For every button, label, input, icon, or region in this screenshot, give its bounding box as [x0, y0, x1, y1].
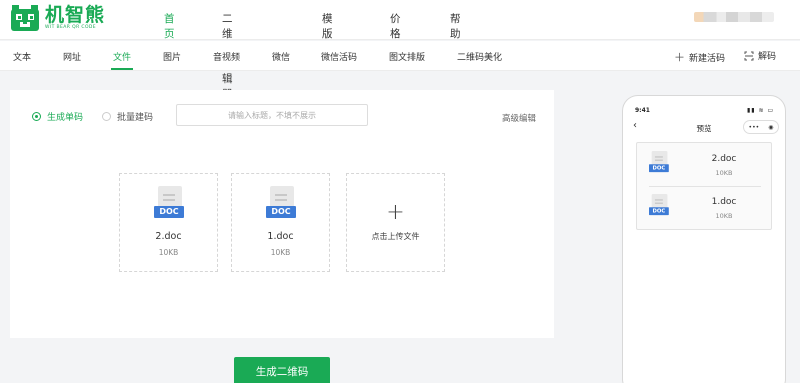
tab-wechat-dynamic[interactable]: 微信活码	[321, 50, 357, 63]
list-item[interactable]: DOC 1.doc 10KB	[637, 188, 771, 228]
file-name: 2.doc	[711, 154, 737, 164]
file-size: 10KB	[158, 248, 179, 257]
tab-image[interactable]: 图片	[163, 50, 181, 63]
file-name: 2.doc	[155, 231, 182, 242]
plus-icon: +	[386, 200, 405, 225]
brand-tagline: WIT BEAR QR CODE	[45, 25, 97, 30]
brand-name: 机智熊	[45, 4, 106, 26]
file-size: 10KB	[270, 248, 291, 257]
mode-single-label: 生成单码	[47, 113, 84, 123]
file-card[interactable]: DOC 2.doc 10KB	[119, 173, 218, 272]
top-navigation-bar: 机智熊 WIT BEAR QR CODE 首页 二维码编辑器 模版库 价格 帮助	[0, 0, 800, 100]
content-type-tabs: 文本 网址 文件 图片 音视频 微信 微信活码 图文排版 二维码美化 ＋ 新建活…	[0, 41, 800, 71]
mode-single-radio[interactable]: 生成单码	[32, 110, 83, 123]
file-type-badge: DOC	[266, 206, 296, 218]
file-size: 10KB	[715, 212, 733, 220]
file-name: 1.doc	[711, 197, 737, 207]
phone-preview: 9:41 ▮▮ ≋ ▭ ‹ 预览 ••• ◉ DOC 2.doc 10KB DO…	[622, 95, 786, 383]
upload-file-button[interactable]: + 点击上传文件	[346, 173, 445, 272]
plus-icon: ＋	[674, 51, 685, 64]
user-account-blurred[interactable]	[694, 12, 774, 22]
file-type-badge: DOC	[649, 164, 669, 173]
file-type-badge: DOC	[154, 206, 184, 218]
file-card[interactable]: DOC 1.doc 10KB	[231, 173, 330, 272]
close-icon[interactable]: ◉	[768, 124, 773, 131]
radio-selected-icon	[32, 112, 41, 121]
file-size: 10KB	[715, 169, 733, 177]
new-dynamic-code-button[interactable]: ＋ 新建活码	[674, 49, 725, 65]
tab-text[interactable]: 文本	[13, 50, 31, 63]
active-tab-indicator	[111, 68, 133, 70]
mode-batch-radio[interactable]: 批量建码	[102, 110, 153, 123]
scan-icon	[744, 51, 754, 60]
decode-button[interactable]: 解码	[744, 49, 776, 62]
file-type-badge: DOC	[649, 207, 669, 216]
list-item[interactable]: DOC 2.doc 10KB	[637, 145, 771, 185]
tab-file[interactable]: 文件	[113, 50, 131, 63]
advanced-edit-link[interactable]: 高级编辑	[502, 112, 536, 124]
mini-program-capsule[interactable]: ••• ◉	[743, 120, 779, 134]
decode-label: 解码	[758, 52, 777, 62]
tab-qr-beautify[interactable]: 二维码美化	[457, 50, 502, 63]
tab-audio-video[interactable]: 音视频	[213, 50, 240, 63]
doc-file-icon: DOC	[649, 151, 669, 176]
nav-item-home[interactable]: 首页	[164, 11, 175, 41]
doc-file-icon: DOC	[649, 194, 669, 219]
generate-qr-button[interactable]: 生成二维码	[234, 357, 330, 383]
upload-label: 点击上传文件	[371, 232, 420, 241]
tab-wechat[interactable]: 微信	[272, 50, 290, 63]
signal-wifi-battery-icon: ▮▮ ≋ ▭	[747, 107, 775, 114]
radio-unselected-icon	[102, 112, 111, 121]
title-input[interactable]	[176, 104, 368, 126]
tab-article-layout[interactable]: 图文排版	[389, 50, 425, 63]
brand-logo[interactable]: 机智熊 WIT BEAR QR CODE	[10, 4, 105, 32]
phone-time: 9:41	[635, 107, 650, 114]
nav-item-help[interactable]: 帮助	[450, 11, 461, 41]
divider	[649, 186, 761, 187]
doc-file-icon: DOC	[154, 186, 184, 224]
new-dynamic-code-label: 新建活码	[689, 53, 726, 64]
file-editor-panel: 生成单码 批量建码 高级编辑 DOC 2.doc 10KB DOC 1.doc …	[10, 90, 554, 338]
tab-url[interactable]: 网址	[63, 50, 81, 63]
nav-item-pricing[interactable]: 价格	[390, 11, 401, 41]
file-name: 1.doc	[267, 231, 294, 242]
mode-batch-label: 批量建码	[117, 113, 154, 123]
doc-file-icon: DOC	[266, 186, 296, 224]
more-icon[interactable]: •••	[749, 124, 760, 131]
bear-logo-icon	[11, 5, 39, 31]
preview-file-list: DOC 2.doc 10KB DOC 1.doc 10KB	[636, 142, 772, 230]
